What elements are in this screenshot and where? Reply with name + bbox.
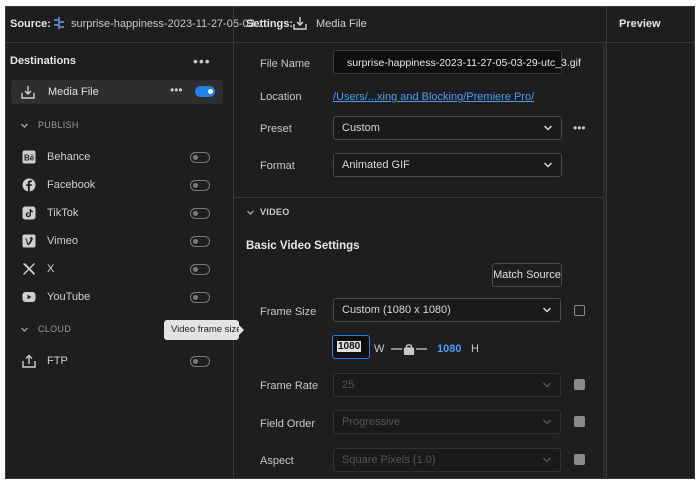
tooltip-video-frame-size: Video frame size [164,320,244,340]
x-icon [22,262,36,276]
preset-more-button[interactable]: ••• [573,121,586,135]
publish-item-youtube[interactable]: YouTube [6,289,233,309]
download-icon [293,16,307,30]
vimeo-toggle[interactable] [190,236,210,247]
vimeo-icon [22,234,36,248]
publish-item-x[interactable]: X [6,261,233,281]
frame-rate-dropdown[interactable]: 25 [333,373,561,397]
format-dropdown[interactable]: Animated GIF [333,153,562,177]
format-label: Format [260,160,295,172]
chevron-down-icon [20,121,29,130]
youtube-toggle[interactable] [190,292,210,303]
height-value[interactable]: 1080 [437,343,461,355]
chevron-down-icon [542,411,552,433]
location-label: Location [260,91,302,103]
field-order-checkbox[interactable] [574,416,585,427]
chevron-down-icon [542,449,552,471]
chevron-down-icon [542,374,552,396]
publish-item-vimeo[interactable]: Vimeo [6,233,233,253]
width-label: W [374,343,385,355]
video-label: VIDEO [260,207,290,217]
match-source-button[interactable]: Match Source [492,263,562,287]
tiktok-icon [22,206,36,220]
destination-media-file[interactable]: Media File ••• [11,80,223,104]
frame-size-checkbox[interactable] [574,305,585,316]
lock-icon[interactable] [390,343,428,355]
settings-label: Settings: [246,18,294,30]
frame-size-dropdown[interactable]: Custom (1080 x 1080) [333,298,561,322]
source-label: Source: [10,18,51,30]
destinations-more-button[interactable]: ••• [193,53,211,69]
location-link[interactable]: /Users/...xing and Blocking/Premiere Pro… [333,91,534,103]
media-file-label: Media File [48,86,99,98]
chevron-down-icon [246,208,255,217]
export-window: Source: surprise-happiness-2023-11-27-05… [5,6,695,479]
chevron-down-icon [20,325,29,334]
aspect-dropdown[interactable]: Square Pixels (1.0) [333,448,561,472]
frame-size-label: Frame Size [260,306,317,318]
chevron-down-icon [543,117,553,139]
tiktok-toggle[interactable] [190,208,210,219]
publish-item-behance[interactable]: Bē Behance [6,149,233,169]
field-order-label: Field Order [260,418,316,430]
preview-panel: Preview [607,7,694,478]
cloud-item-ftp[interactable]: FTP [6,353,233,373]
chevron-down-icon [543,154,553,176]
width-input[interactable]: 1080 [332,335,370,359]
publish-item-tiktok[interactable]: TikTok [6,205,233,225]
upload-icon [22,354,36,368]
media-file-toggle[interactable] [195,86,215,97]
ftp-label: FTP [47,355,68,367]
x-label: X [47,263,55,275]
field-order-dropdown[interactable]: Progressive [333,410,561,434]
preset-label: Preset [260,123,292,135]
chevron-down-icon [542,299,552,321]
aspect-checkbox[interactable] [574,454,585,465]
cloud-label: CLOUD [38,324,72,334]
frame-rate-checkbox[interactable] [574,379,585,390]
publish-item-facebook[interactable]: Facebook [6,177,233,197]
height-label: H [471,343,479,355]
settings-header: Settings: Media File [234,7,606,42]
preview-title: Preview [619,18,661,30]
vimeo-label: Vimeo [47,235,78,247]
settings-target: Media File [316,18,367,30]
frame-rate-label: Frame Rate [260,380,319,392]
youtube-label: YouTube [47,291,91,303]
file-name-label: File Name [260,58,311,70]
preset-dropdown[interactable]: Custom [333,116,562,140]
destinations-title: Destinations [10,55,77,67]
facebook-toggle[interactable] [190,180,210,191]
svg-text:Bē: Bē [24,154,35,163]
source-header: Source: surprise-happiness-2023-11-27-05… [6,7,264,42]
x-toggle[interactable] [190,264,210,275]
basic-video-heading: Basic Video Settings [246,240,360,252]
tiktok-label: TikTok [47,207,79,219]
publish-label: PUBLISH [38,120,79,130]
ftp-toggle[interactable] [190,356,210,367]
download-icon [21,85,35,99]
sequence-icon [52,16,66,30]
behance-icon: Bē [22,150,36,164]
aspect-label: Aspect [260,455,294,467]
media-file-more-button[interactable]: ••• [170,83,183,97]
facebook-icon [22,178,36,192]
behance-toggle[interactable] [190,152,210,163]
file-name-input[interactable]: surprise-happiness-2023-11-27-05-03-29-u… [333,50,581,74]
youtube-icon [22,291,36,303]
behance-label: Behance [47,151,91,163]
facebook-label: Facebook [47,179,96,191]
